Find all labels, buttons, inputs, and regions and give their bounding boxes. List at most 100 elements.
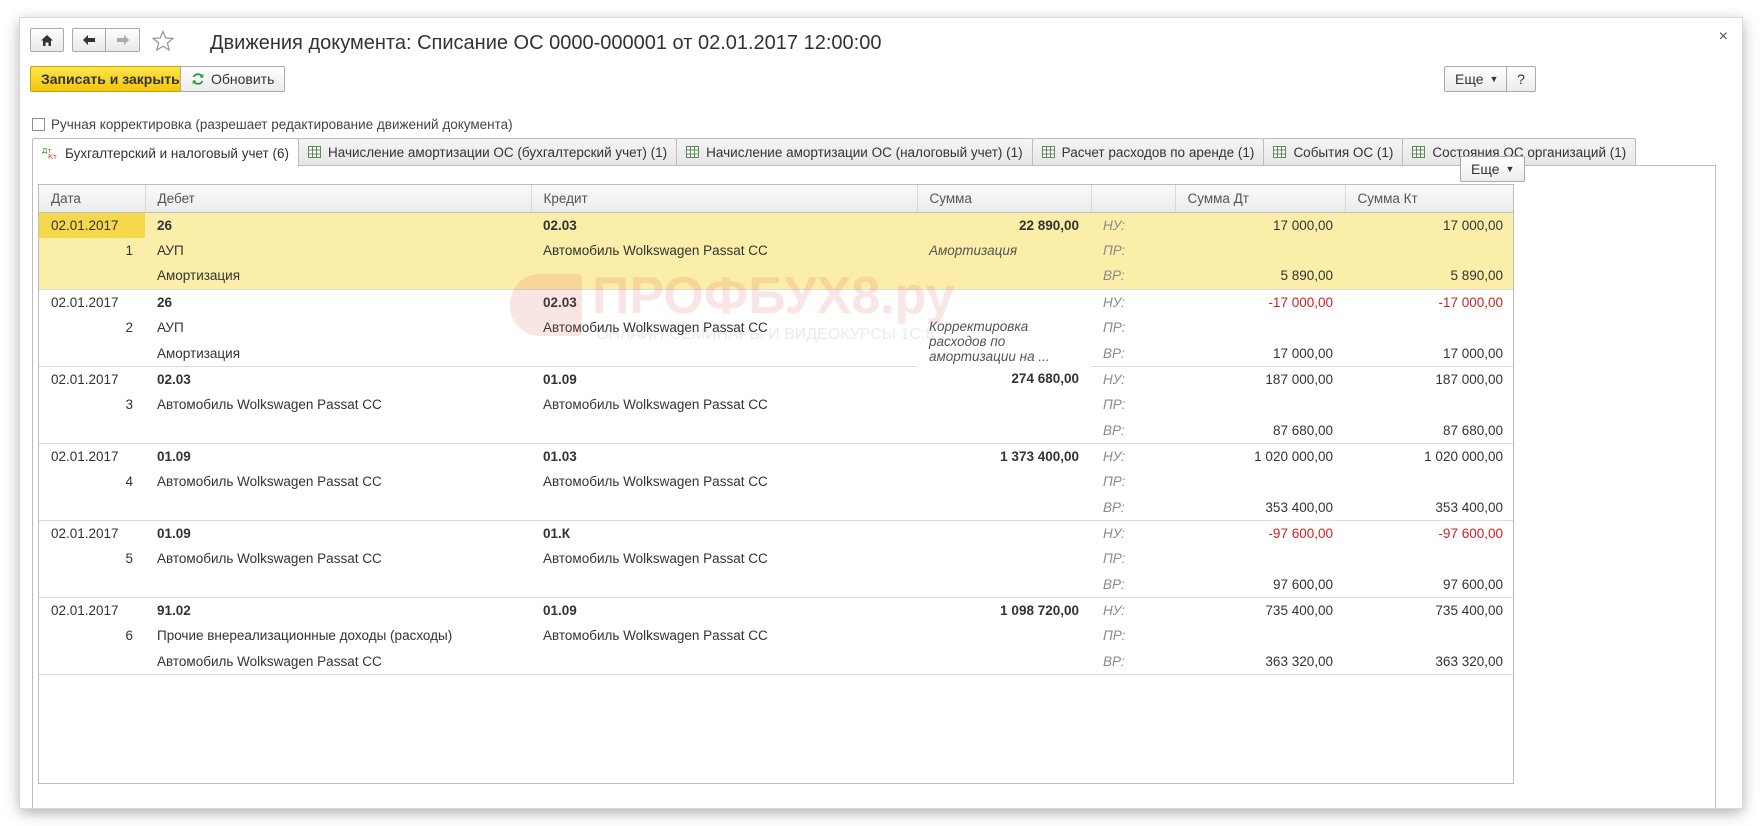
tab-fa-events[interactable]: События ОС (1) — [1263, 138, 1404, 165]
table-row[interactable]: ВР: 97 600,00 97 600,00 — [39, 571, 1513, 598]
cell-amount-kt: 1 020 000,00 — [1424, 448, 1503, 464]
column-header-date[interactable]: Дата — [39, 185, 146, 213]
table-row[interactable]: Автомобиль Wolkswagen Passat CC ВР: 363 … — [39, 648, 1513, 675]
back-button[interactable] — [72, 28, 106, 52]
column-header-type[interactable] — [1091, 185, 1176, 213]
manual-correction-row: Ручная корректировка (разрешает редактир… — [32, 117, 513, 132]
home-button[interactable] — [30, 28, 64, 52]
cell-amount-kt: 353 400,00 — [1345, 494, 1513, 521]
cell-line-number: 5 — [125, 551, 133, 567]
cell-amount-kt: -97 600,00 — [1438, 525, 1503, 541]
refresh-button-label: Обновить — [211, 71, 275, 87]
cell-credit-account: 02.03 — [531, 212, 917, 238]
cell-label-nu: НУ: — [1103, 525, 1125, 541]
cell-empty — [917, 263, 1091, 290]
cell-amount-dt: 17 000,00 — [1175, 340, 1345, 367]
table-row[interactable]: 02.01.2017 26 02.03 22 890,00 НУ: 17 000… — [39, 212, 1513, 238]
cell-amount-dt — [1175, 623, 1345, 649]
close-button[interactable]: × — [1719, 28, 1728, 46]
tab-label: Начисление амортизации ОС (налоговый уче… — [706, 144, 1023, 160]
table-row[interactable]: 02.01.2017 01.09 01.К НУ: -97 600,00 -97… — [39, 520, 1513, 546]
cell-amount: 274 680,00 — [1011, 371, 1079, 387]
register-tabs: Дт Кт Бухгалтерский и налоговый учет (6) … — [32, 138, 1637, 167]
tab-rent-expenses[interactable]: Расчет расходов по аренде (1) — [1031, 138, 1265, 165]
home-icon — [41, 34, 53, 46]
cell-amount: 22 890,00 — [917, 212, 1091, 238]
cell-credit-subconto — [531, 571, 917, 598]
cell-credit-account: 01.09 — [543, 371, 577, 387]
cell-amount-dt: 5 890,00 — [1175, 263, 1345, 290]
cell-line-number: 6 — [125, 628, 133, 644]
cell-amount-dt — [1175, 237, 1345, 264]
history-nav — [72, 28, 140, 52]
cell-amount-kt: 17 000,00 — [1345, 212, 1513, 238]
table-row[interactable]: 5 Автомобиль Wolkswagen Passat CC Автомо… — [39, 546, 1513, 572]
column-header-debit[interactable]: Дебет — [145, 185, 532, 213]
cell-label-pr: ПР: — [1103, 474, 1126, 490]
tab-depreciation-accounting[interactable]: Начисление амортизации ОС (бухгалтерский… — [297, 138, 678, 165]
table-row[interactable]: 02.01.2017 91.02 01.09 1 098 720,00 НУ: … — [39, 597, 1513, 623]
more-button[interactable]: Еще ▼ — [1444, 66, 1510, 92]
cell-amount-dt: 87 680,00 — [1175, 417, 1345, 444]
cell-debit-subconto: Автомобиль Wolkswagen Passat CC — [157, 551, 382, 567]
cell-amount-dt — [1175, 469, 1345, 495]
manual-correction-label: Ручная корректировка (разрешает редактир… — [51, 117, 513, 132]
table-icon — [1041, 146, 1055, 158]
cell-amount-kt: 5 890,00 — [1345, 263, 1513, 290]
arrow-left-icon — [83, 35, 95, 45]
movements-table: Дата Дебет Кредит Сумма Сумма Дт Сумма К… — [39, 185, 1513, 675]
table-row[interactable]: 02.01.2017 01.09 01.03 1 373 400,00 НУ: … — [39, 443, 1513, 469]
cell-label-vr: ВР: — [1091, 494, 1175, 521]
table-row[interactable]: ВР: 87 680,00 87 680,00 — [39, 417, 1513, 444]
table-row[interactable]: 2 АУП Автомобиль Wolkswagen Passat CC Ко… — [39, 315, 1513, 364]
cell-empty — [917, 494, 1091, 521]
help-button[interactable]: ? — [1506, 66, 1536, 92]
cell-content — [917, 392, 1091, 418]
column-header-amount-kt[interactable]: Сумма Кт — [1345, 185, 1513, 213]
save-and-close-button[interactable]: Записать и закрыть — [30, 66, 191, 92]
favorite-star-button[interactable] — [151, 29, 175, 57]
table-row[interactable]: Амортизация ВР: 17 000,00 17 000,00 — [39, 340, 1513, 367]
manual-correction-checkbox[interactable] — [32, 118, 45, 131]
movements-grid[interactable]: Дата Дебет Кредит Сумма Сумма Дт Сумма К… — [38, 184, 1514, 784]
cell-empty — [39, 571, 145, 598]
cell-amount-dt: 187 000,00 — [1265, 371, 1333, 387]
caret-down-icon: ▼ — [1489, 74, 1499, 84]
cell-date: 02.01.2017 — [51, 294, 119, 310]
forward-button[interactable] — [106, 28, 140, 52]
cell-empty — [39, 494, 145, 521]
column-header-amount-dt[interactable]: Сумма Дт — [1175, 185, 1346, 213]
column-header-amount[interactable]: Сумма — [917, 185, 1092, 213]
cell-amount-kt: 187 000,00 — [1435, 371, 1503, 387]
table-row[interactable]: 6 Прочие внереализационные доходы (расхо… — [39, 623, 1513, 649]
cell-label-pr: ПР: — [1091, 237, 1175, 264]
debit-credit-icon: ДтКт — [42, 147, 57, 160]
grid-more-button[interactable]: Еще ▼ — [1460, 156, 1526, 182]
table-row[interactable]: 1 АУП Автомобиль Wolkswagen Passat CC Ам… — [39, 237, 1513, 264]
column-header-credit[interactable]: Кредит — [531, 185, 918, 213]
table-row[interactable]: 4 Автомобиль Wolkswagen Passat CC Автомо… — [39, 469, 1513, 495]
table-row[interactable]: 3 Автомобиль Wolkswagen Passat CC Автомо… — [39, 392, 1513, 418]
cell-debit-account: 01.09 — [157, 448, 191, 464]
cell-label-pr: ПР: — [1103, 320, 1126, 336]
refresh-button[interactable]: Обновить — [180, 66, 286, 92]
cell-empty — [917, 648, 1091, 675]
table-row[interactable]: Амортизация ВР: 5 890,00 5 890,00 — [39, 263, 1513, 290]
cell-date: 02.01.2017 — [39, 212, 145, 238]
cell-credit-account: 01.К — [543, 525, 571, 541]
table-row[interactable]: 02.01.2017 02.03 01.09 274 680,00 НУ: 18… — [39, 366, 1513, 392]
tab-depreciation-tax[interactable]: Начисление амортизации ОС (налоговый уче… — [676, 138, 1033, 165]
cell-label-vr: ВР: — [1091, 648, 1175, 675]
star-icon — [151, 29, 175, 52]
cell-amount-dt: 1 020 000,00 — [1254, 448, 1333, 464]
cell-debit-subconto: АУП — [157, 320, 184, 336]
cell-credit-subconto — [531, 494, 917, 521]
table-row[interactable]: ВР: 353 400,00 353 400,00 — [39, 494, 1513, 521]
table-row[interactable]: 02.01.2017 26 02.03 НУ: -17 000,00 -17 0… — [39, 289, 1513, 315]
tab-accounting[interactable]: Дт Кт Бухгалтерский и налоговый учет (6) — [32, 138, 299, 167]
tab-label: Начисление амортизации ОС (бухгалтерский… — [327, 144, 668, 160]
cell-debit-account: 02.03 — [157, 371, 191, 387]
cell-line-number: 2 — [125, 320, 133, 336]
cell-amount-dt: 97 600,00 — [1175, 571, 1345, 598]
table-icon — [1273, 146, 1287, 158]
